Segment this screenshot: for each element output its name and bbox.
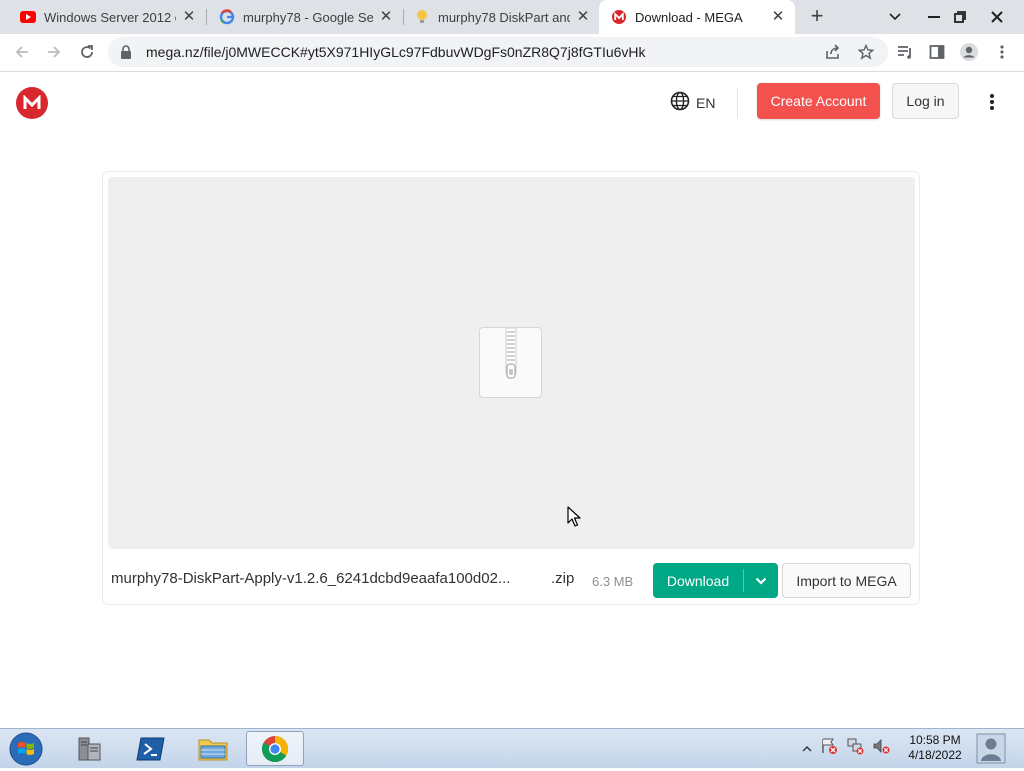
side-panel-icon[interactable] bbox=[924, 39, 950, 65]
lightbulb-icon bbox=[414, 9, 430, 25]
browser-menu-icon[interactable] bbox=[989, 39, 1015, 65]
tab-title: Windows Server 2012 ev bbox=[44, 9, 176, 25]
close-tab-icon[interactable]: ✕ bbox=[377, 8, 395, 26]
taskbar-chrome[interactable] bbox=[246, 731, 304, 766]
chevron-down-icon[interactable] bbox=[744, 577, 778, 585]
file-name: murphy78-DiskPart-Apply-v1.2.6_6241dcbd9… bbox=[111, 570, 511, 587]
file-extension: .zip bbox=[551, 570, 575, 587]
forward-button[interactable] bbox=[41, 39, 67, 65]
zip-file-icon bbox=[479, 327, 542, 398]
header-divider bbox=[737, 88, 738, 118]
language-label: EN bbox=[696, 94, 716, 111]
restore-button[interactable] bbox=[940, 0, 980, 34]
reload-icon bbox=[81, 45, 93, 58]
action-center-flag-icon[interactable] bbox=[820, 737, 838, 760]
create-account-button[interactable]: Create Account bbox=[757, 83, 880, 119]
lock-icon[interactable] bbox=[114, 40, 138, 64]
close-tab-icon[interactable]: ✕ bbox=[574, 8, 592, 26]
taskbar-powershell[interactable] bbox=[122, 731, 180, 766]
globe-icon bbox=[670, 91, 690, 114]
tab-search-icon[interactable] bbox=[875, 0, 915, 34]
google-icon bbox=[219, 9, 235, 25]
taskbar-server-manager[interactable] bbox=[60, 731, 118, 766]
chrome-icon bbox=[261, 735, 289, 762]
tab-youtube[interactable]: Windows Server 2012 ev ✕ bbox=[0, 0, 206, 34]
url-text: mega.nz/file/j0MWECCK#yt5X971HIyGLc97Fdb… bbox=[146, 44, 646, 60]
system-tray bbox=[802, 731, 902, 766]
show-hidden-icons-icon[interactable] bbox=[802, 740, 812, 758]
server-manager-icon bbox=[78, 737, 101, 760]
network-icon[interactable] bbox=[846, 737, 864, 760]
youtube-icon bbox=[20, 9, 36, 25]
profile-avatar-icon[interactable] bbox=[956, 39, 982, 65]
clock-time: 10:58 PM bbox=[909, 733, 961, 747]
tab-title: murphy78 - Google Sear bbox=[243, 9, 373, 25]
more-options-icon[interactable] bbox=[982, 90, 1002, 114]
tab-google[interactable]: murphy78 - Google Sear ✕ bbox=[207, 0, 403, 34]
mouse-cursor-icon bbox=[567, 506, 581, 533]
forward-arrow-icon bbox=[48, 46, 61, 58]
taskbar-clock[interactable]: 10:58 PM 4/18/2022 bbox=[900, 733, 970, 763]
windows-start-icon bbox=[9, 732, 43, 766]
bookmark-star-icon[interactable] bbox=[853, 39, 879, 65]
download-button[interactable]: Download bbox=[653, 563, 778, 598]
back-button[interactable] bbox=[9, 39, 35, 65]
taskbar: 10:58 PM 4/18/2022 bbox=[0, 728, 1024, 768]
tab-title: Download - MEGA bbox=[635, 9, 743, 25]
reload-button[interactable] bbox=[74, 39, 100, 65]
taskbar-file-explorer[interactable] bbox=[184, 731, 242, 766]
address-bar[interactable]: mega.nz/file/j0MWECCK#yt5X971HIyGLc97Fdb… bbox=[108, 37, 888, 67]
download-label: Download bbox=[666, 572, 730, 589]
close-tab-icon[interactable]: ✕ bbox=[180, 8, 198, 26]
mega-icon bbox=[611, 9, 627, 25]
back-arrow-icon bbox=[15, 46, 28, 58]
user-avatar-icon[interactable] bbox=[976, 731, 1006, 766]
tab-strip: Windows Server 2012 ev ✕ murphy78 - Goog… bbox=[0, 0, 1024, 34]
folder-icon bbox=[198, 739, 228, 760]
powershell-icon bbox=[136, 737, 165, 760]
close-tab-icon[interactable]: ✕ bbox=[769, 8, 787, 26]
share-icon[interactable] bbox=[820, 39, 846, 65]
start-button[interactable] bbox=[6, 732, 46, 766]
tab-diskpart[interactable]: murphy78 DiskPart and ✕ bbox=[404, 0, 600, 34]
file-size: 6.3 MB bbox=[592, 574, 634, 589]
browser-toolbar: mega.nz/file/j0MWECCK#yt5X971HIyGLc97Fdb… bbox=[0, 34, 1024, 72]
tab-mega[interactable]: Download - MEGA ✕ bbox=[599, 0, 795, 34]
language-selector[interactable]: EN bbox=[670, 91, 715, 114]
volume-muted-icon[interactable] bbox=[872, 737, 890, 760]
login-button[interactable]: Log in bbox=[892, 83, 959, 119]
close-window-button[interactable] bbox=[977, 0, 1017, 34]
tab-title: murphy78 DiskPart and bbox=[438, 9, 570, 25]
mega-logo[interactable] bbox=[16, 87, 48, 119]
reading-list-icon[interactable] bbox=[892, 39, 918, 65]
import-to-mega-button[interactable]: Import to MEGA bbox=[782, 563, 911, 598]
new-tab-button[interactable]: + bbox=[805, 5, 829, 29]
clock-date: 4/18/2022 bbox=[908, 748, 962, 762]
